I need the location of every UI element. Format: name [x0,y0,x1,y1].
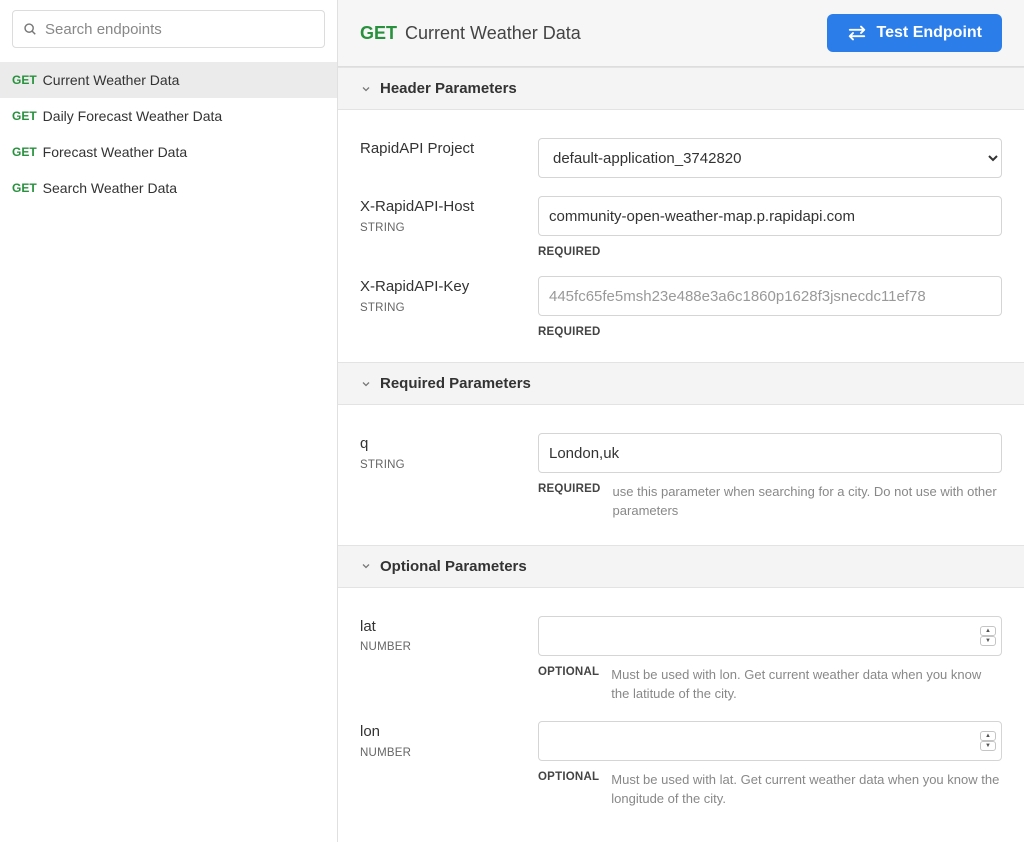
param-row-rapidapi-key: X-RapidAPI-Key STRING REQUIRED [338,258,1024,338]
number-stepper[interactable]: ▲ ▼ [980,626,996,646]
param-type: NUMBER [360,641,538,653]
project-select[interactable]: default-application_3742820 [538,138,1002,178]
search-wrap [0,0,337,58]
param-type: NUMBER [360,747,538,759]
required-flag: REQUIRED [538,326,601,338]
param-row-q: q STRING REQUIRED use this parameter whe… [338,415,1024,521]
param-name: q [360,433,538,455]
param-row-rapidapi-host: X-RapidAPI-Host STRING REQUIRED [338,178,1024,258]
search-input[interactable] [45,21,314,38]
main-panel: GET Current Weather Data Test Endpoint H… [338,0,1024,842]
header-endpoint-name: Current Weather Data [405,23,581,44]
number-stepper[interactable]: ▲ ▼ [980,731,996,751]
method-badge: GET [12,109,37,123]
endpoint-label: Search Weather Data [43,180,177,196]
required-flag: REQUIRED [538,483,601,495]
param-type: STRING [360,222,538,234]
endpoint-list: GET Current Weather Data GET Daily Forec… [0,58,337,206]
lat-input[interactable] [538,616,1002,656]
param-desc: Must be used with lat. Get current weath… [611,771,1002,809]
sidebar: GET Current Weather Data GET Daily Forec… [0,0,338,842]
section-header-header-params[interactable]: Header Parameters [338,67,1024,110]
step-down-icon[interactable]: ▼ [980,636,996,646]
search-icon [23,22,37,36]
method-badge: GET [12,73,37,87]
sidebar-item-current-weather[interactable]: GET Current Weather Data [0,62,337,98]
section-title: Header Parameters [380,80,517,97]
endpoint-label: Forecast Weather Data [43,144,187,160]
optional-params-body: lat NUMBER ▲ ▼ OPTIONAL Must be used wit… [338,588,1024,833]
chevron-down-icon [360,378,372,390]
endpoint-label: Daily Forecast Weather Data [43,108,222,124]
param-desc: Must be used with lon. Get current weath… [611,666,1002,704]
section-header-required-params[interactable]: Required Parameters [338,362,1024,405]
step-up-icon[interactable]: ▲ [980,731,996,741]
endpoint-label: Current Weather Data [43,72,180,88]
sidebar-item-daily-forecast[interactable]: GET Daily Forecast Weather Data [0,98,337,134]
param-name: lat [360,616,538,638]
param-row-lon: lon NUMBER ▲ ▼ OPTIONAL Must be used wit… [338,703,1024,809]
param-name: RapidAPI Project [360,138,538,160]
header-method: GET [360,23,397,44]
lon-input[interactable] [538,721,1002,761]
param-row-lat: lat NUMBER ▲ ▼ OPTIONAL Must be used wit… [338,598,1024,704]
param-name: lon [360,721,538,743]
param-name: X-RapidAPI-Key [360,276,538,298]
q-input[interactable] [538,433,1002,473]
host-input[interactable] [538,196,1002,236]
param-desc: use this parameter when searching for a … [613,483,1002,521]
param-type: STRING [360,459,538,471]
optional-flag: OPTIONAL [538,771,599,783]
chevron-down-icon [360,83,372,95]
sidebar-item-forecast[interactable]: GET Forecast Weather Data [0,134,337,170]
search-box[interactable] [12,10,325,48]
apikey-input[interactable] [538,276,1002,316]
header-bar: GET Current Weather Data Test Endpoint [338,0,1024,67]
test-endpoint-button[interactable]: Test Endpoint [827,14,1002,52]
required-flag: REQUIRED [538,246,601,258]
sidebar-item-search-weather[interactable]: GET Search Weather Data [0,170,337,206]
section-title: Required Parameters [380,375,531,392]
step-down-icon[interactable]: ▼ [980,741,996,751]
param-type: STRING [360,302,538,314]
step-up-icon[interactable]: ▲ [980,626,996,636]
param-row-rapidapi-project: RapidAPI Project default-application_374… [338,120,1024,178]
required-params-body: q STRING REQUIRED use this parameter whe… [338,405,1024,545]
page-title: GET Current Weather Data [360,23,581,44]
method-badge: GET [12,145,37,159]
chevron-down-icon [360,560,372,572]
section-header-optional-params[interactable]: Optional Parameters [338,545,1024,588]
section-title: Optional Parameters [380,558,527,575]
test-endpoint-label: Test Endpoint [877,24,982,42]
method-badge: GET [12,181,37,195]
swap-icon [847,25,867,41]
optional-flag: OPTIONAL [538,666,599,678]
header-params-body: RapidAPI Project default-application_374… [338,110,1024,362]
param-name: X-RapidAPI-Host [360,196,538,218]
